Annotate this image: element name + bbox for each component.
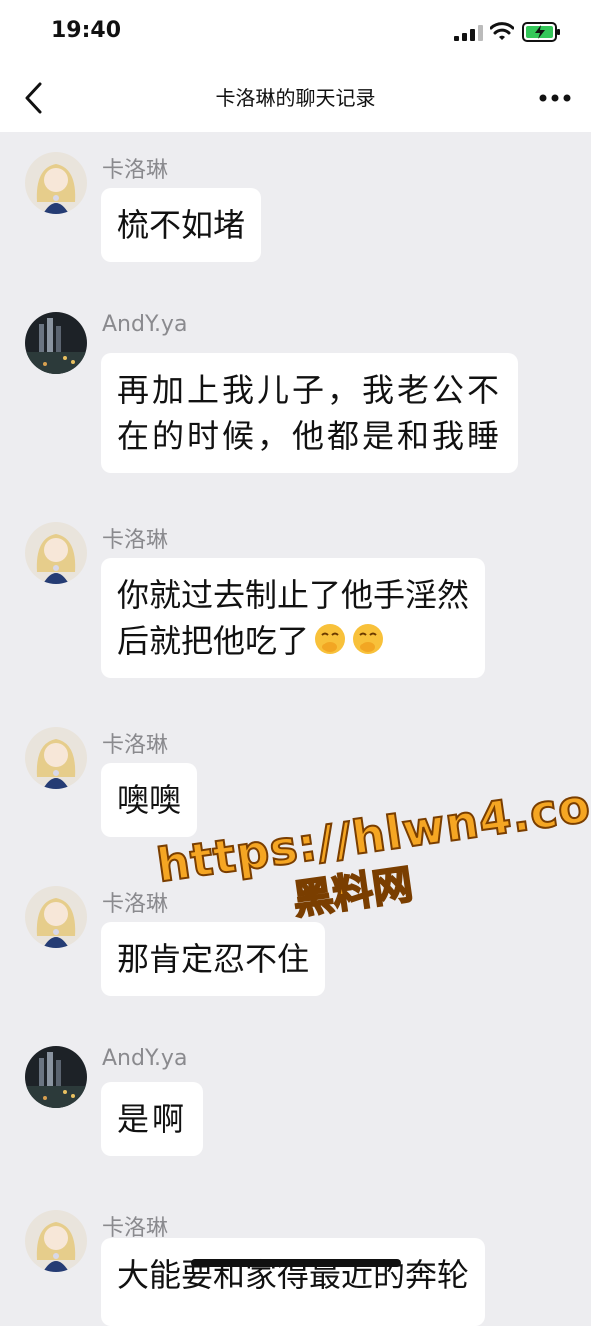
avatar-anime-girl[interactable] [25,727,87,789]
message-text: 你就过去制止了他手淫然 后就把他吃了 [117,576,470,660]
message-bubble[interactable]: 是啊 [101,1082,204,1156]
page-title: 卡洛琳的聊天记录 [215,86,376,110]
message-bubble[interactable]: 再加上我儿子，我老公不 在的时候，他都是和我睡 [101,353,519,473]
avatar-anime-girl[interactable] [25,1210,87,1272]
avatar-anime-girl[interactable] [25,522,87,584]
avatar-anime-girl[interactable] [25,886,87,948]
wifi-icon [490,22,514,40]
avatar-city-night[interactable] [25,312,87,374]
giggle-emoji-icon [315,624,346,654]
more-dots-icon[interactable] [538,88,572,108]
sender-name: AndY.ya [102,312,188,337]
chevron-left-icon[interactable] [20,79,54,117]
message-bubble[interactable]: 梳不如堵 [101,188,262,262]
status-time: 19:40 [51,18,122,43]
battery-charging-icon [522,22,560,42]
message-bubble[interactable]: 大能要和家得最近的奔轮 [101,1238,486,1326]
sender-name: 卡洛琳 [102,528,169,553]
watermark: https://hlwn4.com 黑料网 [152,770,591,958]
sender-name: 卡洛琳 [102,733,169,758]
sender-name: 卡洛琳 [102,892,169,917]
avatar-city-night[interactable] [25,1046,87,1108]
cellular-signal-icon [454,25,483,41]
status-bar: 19:40 [0,0,591,64]
sender-name: 卡洛琳 [102,158,169,183]
navigation-bar: 卡洛琳的聊天记录 [0,64,591,132]
avatar-anime-girl[interactable] [25,152,87,214]
message-bubble[interactable]: 噢噢 [101,763,198,837]
giggle-emoji-icon [353,624,384,654]
sender-name: AndY.ya [102,1046,188,1071]
message-bubble[interactable]: 你就过去制止了他手淫然 后就把他吃了 [101,558,486,678]
home-indicator[interactable] [191,1259,401,1267]
